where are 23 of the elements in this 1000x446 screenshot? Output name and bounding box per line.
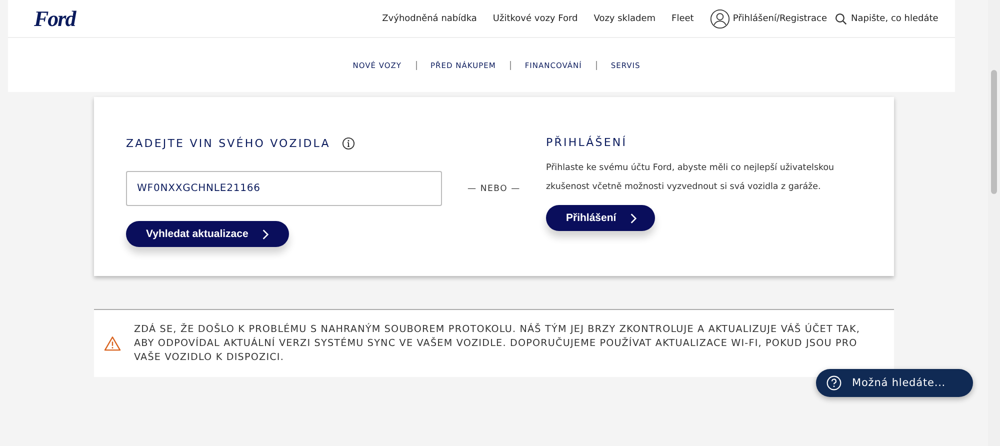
alert-message: ZDÁ SE, ŽE DOŠLO K PROBLÉMU S NAHRANÝM SOUBOREM PROTOKOLU. NÁŠ TÝM JEJ BRZY ZKONTROLUJE A AKTUALIZUJE VÁŠ ÚČET TAK, ABY ODPOVÍDAL AKTUÁLNÍ VERZI SYSTÉMU SYNC VE VAŠEM VOZIDLE. DOPORUČUJEME POUŽÍVAT AKTUALIZACE WI-FI, POKUD JSOU PRO VAŠE VOZIDLO K DISPOZICI. bbox=[134, 322, 861, 364]
search-updates-button[interactable]: Vyhledat aktualizace bbox=[126, 221, 290, 247]
or-separator: — NEBO — bbox=[466, 183, 522, 196]
question-icon bbox=[826, 375, 842, 391]
login-title: PŘIHLÁŠENÍ bbox=[546, 134, 628, 151]
search-icon bbox=[835, 12, 847, 24]
account-link[interactable]: Přihlášení/Registrace bbox=[710, 8, 827, 28]
user-icon bbox=[710, 8, 730, 28]
login-button[interactable]: Přihlášení bbox=[546, 205, 656, 231]
nav-link[interactable]: Fleet bbox=[672, 14, 694, 24]
login-description: Přihlaste ke svému účtu Ford, abyste měli co nejlepší uživatelskou zkušenost včetně možnosti vyzvednout si svá vozidla z garáže. bbox=[546, 162, 836, 194]
chevron-right-icon bbox=[262, 228, 270, 240]
nav-link[interactable]: Užitkové vozy Ford bbox=[492, 14, 578, 24]
logo[interactable]: Ford bbox=[34, 6, 76, 32]
nav-link[interactable]: Vozy skladem bbox=[594, 14, 656, 24]
vin-title: ZADEJTE VIN SVÉHO VOZIDLA bbox=[126, 136, 330, 150]
warning-icon bbox=[104, 336, 121, 351]
nav-link[interactable]: Zvýhodněná nabídka bbox=[382, 14, 477, 24]
scrollbar[interactable] bbox=[988, 0, 1000, 446]
chevron-right-icon bbox=[630, 212, 638, 224]
info-icon[interactable] bbox=[342, 136, 356, 150]
help-button[interactable]: Možná hledáte... bbox=[816, 369, 973, 397]
vin-input-field[interactable]: WF0NXXGCHNLE21166 bbox=[126, 171, 442, 206]
